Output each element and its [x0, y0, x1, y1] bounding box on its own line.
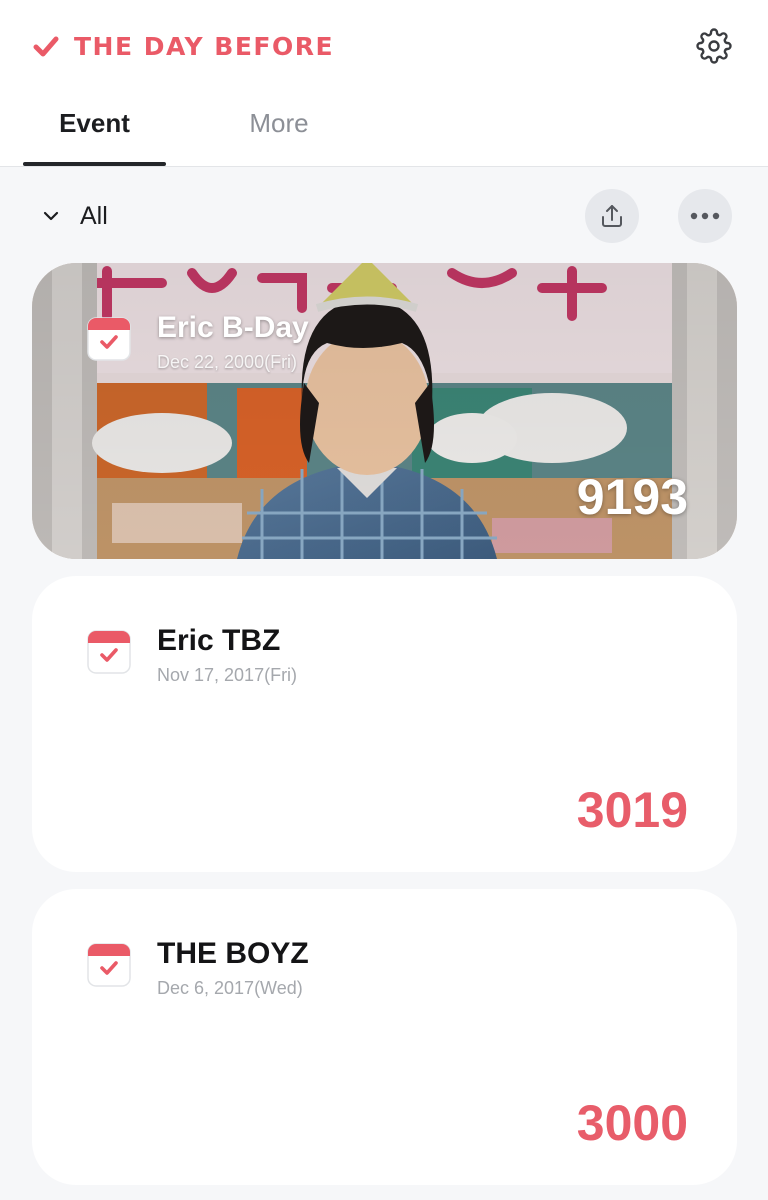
category-filter[interactable]: All [40, 196, 108, 236]
app-title: THE DAY BEFORE [74, 31, 335, 61]
tab-more[interactable]: More [209, 108, 349, 166]
calendar-check-icon [87, 630, 131, 674]
event-title: Eric TBZ [157, 624, 281, 657]
event-card[interactable]: Eric TBZ Nov 17, 2017(Fri) 3019 [32, 576, 737, 872]
event-card[interactable]: THE BOYZ Dec 6, 2017(Wed) 3000 [32, 889, 737, 1185]
event-title: THE BOYZ [157, 937, 309, 970]
header: THE DAY BEFORE Event More [0, 0, 768, 167]
tab-event[interactable]: Event [23, 108, 166, 166]
settings-button[interactable] [694, 26, 734, 66]
event-date: Nov 17, 2017(Fri) [157, 665, 298, 685]
share-button[interactable] [585, 189, 639, 243]
app-logo: THE DAY BEFORE [32, 30, 334, 62]
share-icon [602, 205, 622, 227]
ellipsis-icon [690, 212, 720, 220]
calendar-check-icon [87, 317, 131, 361]
event-day-count: 3000 [576, 1095, 688, 1151]
event-date: Dec 6, 2017(Wed) [157, 978, 303, 998]
event-day-count: 3019 [576, 782, 688, 838]
check-icon [33, 36, 59, 57]
gear-icon [696, 28, 732, 64]
more-options-button[interactable] [678, 189, 732, 243]
event-day-count: 9193 [576, 469, 688, 525]
event-card[interactable]: Eric B-Day Dec 22, 2000(Fri) 9193 [32, 263, 737, 559]
filter-label: All [80, 201, 108, 230]
chevron-down-icon [43, 211, 59, 221]
event-date: Dec 22, 2000(Fri) [157, 352, 298, 372]
calendar-check-icon [87, 943, 131, 987]
event-title: Eric B-Day [157, 311, 309, 344]
active-tab-indicator [23, 162, 166, 166]
